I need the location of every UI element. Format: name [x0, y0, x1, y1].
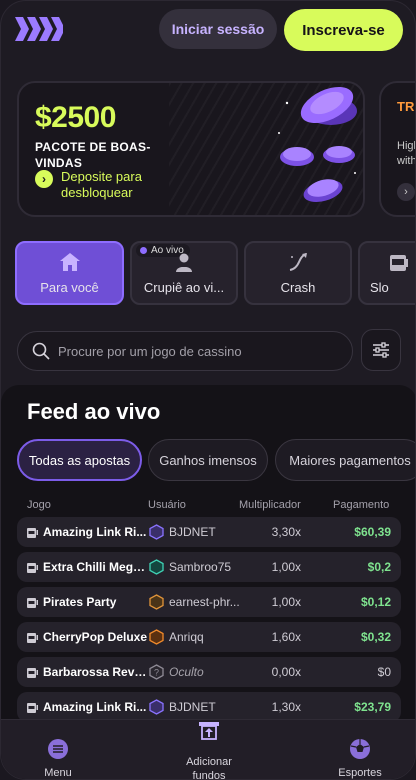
signup-button[interactable]: Inscreva-se: [284, 9, 403, 51]
row-game: Extra Chilli Mega...: [43, 560, 149, 574]
slot-machine-icon: [27, 598, 38, 608]
search-input[interactable]: [58, 343, 328, 359]
promo-card-secondary[interactable]: TR TR High with ›: [379, 81, 416, 217]
row-game: Barbarossa Reve...: [43, 665, 149, 679]
svg-text:?: ?: [154, 668, 159, 678]
table-row[interactable]: Extra Chilli Mega... Sambroo75 1,00x $0,…: [17, 552, 401, 582]
table-row[interactable]: CherryPop Deluxe Anriqq 1,60x $0,32: [17, 622, 401, 652]
rank-badge-icon: [149, 594, 164, 610]
nav-menu[interactable]: Menu: [33, 726, 83, 779]
row-game: Amazing Link Ri...: [43, 525, 147, 539]
live-dot-icon: [140, 247, 147, 254]
table-row[interactable]: Pirates Party earnest-phr... 1,00x $0,12: [17, 587, 401, 617]
login-button[interactable]: Iniciar sessão: [159, 9, 277, 49]
nav-menu-label: Menu: [44, 767, 72, 779]
row-game: Pirates Party: [43, 595, 117, 609]
promo2-subtitle: High with: [397, 140, 416, 167]
menu-icon: [48, 739, 68, 759]
app-frame: Iniciar sessão Inscreva-se $2500 PACOTE …: [0, 0, 416, 780]
promo2-title: TR TR: [397, 99, 415, 114]
slot-machine-icon: [27, 633, 38, 643]
category-slots[interactable]: Slo: [358, 241, 415, 305]
nav-sports[interactable]: Esportes: [335, 726, 385, 779]
promo-cta-link[interactable]: › Deposite para desbloquear: [35, 169, 171, 201]
row-user: Anriqq: [169, 630, 204, 644]
deposit-icon: [199, 722, 219, 740]
rank-badge-icon: [149, 559, 164, 575]
category-label: Crash: [280, 280, 316, 295]
rank-badge-icon: [149, 629, 164, 645]
category-crash[interactable]: Crash: [244, 241, 352, 305]
row-multiplier: 1,00x: [271, 595, 301, 609]
slot-machine-icon: [27, 528, 38, 538]
home-icon: [59, 253, 80, 271]
row-payout: $23,79: [354, 700, 391, 714]
row-payout: $60,39: [354, 525, 391, 539]
chevron-right-icon: ›: [397, 183, 415, 201]
row-user: Sambroo75: [169, 560, 232, 574]
column-header-game: Jogo: [27, 499, 51, 511]
row-payout: $0,32: [360, 630, 391, 644]
category-para-voce[interactable]: Para você: [15, 241, 124, 305]
row-game: CherryPop Deluxe: [43, 630, 148, 644]
brand-logo[interactable]: [15, 17, 63, 41]
rank-badge-icon: [149, 524, 164, 540]
chevron-right-icon: ›: [35, 170, 53, 188]
promo-card-welcome[interactable]: $2500 PACOTE DE BOAS-VINDAS › Deposite p…: [17, 81, 365, 217]
table-row[interactable]: Amazing Link Ri... BJDNET 3,30x $60,39: [17, 517, 401, 547]
category-label: Crupiê ao vi...: [143, 280, 225, 295]
category-label: Slo: [370, 280, 389, 295]
nav-sports-label: Esportes: [338, 767, 382, 779]
nav-add-funds-label: Adicionar fundos: [186, 756, 232, 780]
column-header-user: Usuário: [148, 499, 186, 511]
table-row[interactable]: Amazing Link Ri... BJDNET 1,30x $23,79: [17, 692, 401, 722]
row-user: BJDNET: [169, 525, 216, 539]
coins-illustration: [278, 86, 357, 202]
live-feed-title: Feed ao vivo: [27, 399, 161, 424]
top-bar: Iniciar sessão Inscreva-se: [1, 1, 415, 61]
promo-amount: $2500: [35, 101, 116, 134]
row-multiplier: 1,60x: [271, 630, 301, 644]
category-crupie-ao-vivo[interactable]: Ao vivo Crupiê ao vi...: [130, 241, 238, 305]
bottom-navigation: Menu Adicionar fundos Esportes: [1, 719, 415, 780]
dealer-icon: [176, 253, 192, 272]
promo-title: PACOTE DE BOAS-VINDAS: [35, 140, 151, 170]
tab-maiores-pagamentos[interactable]: Maiores pagamentos: [275, 439, 415, 481]
column-header-payout: Pagamento: [333, 499, 390, 511]
row-multiplier: 1,30x: [271, 700, 301, 714]
nav-add-funds[interactable]: Adicionar fundos: [173, 720, 245, 780]
category-label: Para você: [40, 280, 99, 295]
soccer-ball-icon: [350, 739, 370, 759]
filter-button[interactable]: [361, 329, 401, 371]
row-multiplier: 1,00x: [271, 560, 301, 574]
row-payout: $0,12: [360, 595, 391, 609]
row-payout: $0: [377, 665, 391, 679]
column-header-multiplier: Multiplicador: [239, 499, 301, 511]
promo-cta-label: Deposite para desbloquear: [61, 169, 142, 200]
row-user: BJDNET: [169, 700, 216, 714]
crash-icon: [289, 253, 307, 271]
row-payout: $0,2: [367, 560, 391, 574]
row-user: earnest-phr...: [169, 595, 240, 609]
search-icon: [32, 342, 50, 360]
tab-ganhos-imensos[interactable]: Ganhos imensos: [148, 439, 268, 481]
row-multiplier: 0,00x: [271, 665, 301, 679]
hidden-user-icon: ?: [149, 664, 164, 680]
category-row: Para você Ao vivo Crupiê ao vi... Crash: [15, 241, 415, 305]
search-bar[interactable]: [17, 331, 353, 371]
slot-machine-icon: [27, 668, 38, 678]
table-row[interactable]: Barbarossa Reve... ? Oculto 0,00x $0: [17, 657, 401, 687]
row-multiplier: 3,30x: [271, 525, 301, 539]
tab-todas-as-apostas[interactable]: Todas as apostas: [17, 439, 142, 481]
row-user: Oculto: [169, 665, 204, 679]
slot-machine-icon: [390, 255, 408, 271]
sliders-icon: [373, 342, 389, 358]
slot-machine-icon: [27, 563, 38, 573]
rank-badge-icon: [149, 699, 164, 715]
slot-machine-icon: [27, 703, 38, 713]
row-game: Amazing Link Ri...: [43, 700, 147, 714]
